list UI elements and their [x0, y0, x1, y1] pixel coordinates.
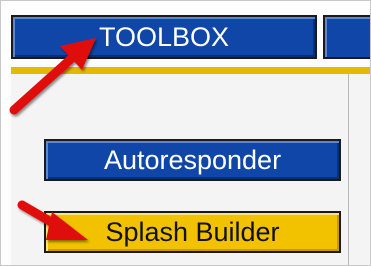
tab-next[interactable] — [323, 15, 370, 59]
nav-underline-bar — [11, 67, 370, 74]
autoresponder-button[interactable]: Autoresponder — [44, 139, 341, 181]
autoresponder-button-label: Autoresponder — [103, 145, 282, 175]
tab-toolbox-label: TOOLBOX — [98, 22, 230, 52]
panel-divider — [348, 74, 349, 265]
screenshot-frame: TOOLBOX Autoresponder Splash Builder — [0, 0, 371, 266]
tab-toolbox[interactable]: TOOLBOX — [11, 15, 317, 59]
splash-builder-button-label: Splash Builder — [105, 217, 280, 247]
splash-builder-button[interactable]: Splash Builder — [44, 211, 341, 253]
